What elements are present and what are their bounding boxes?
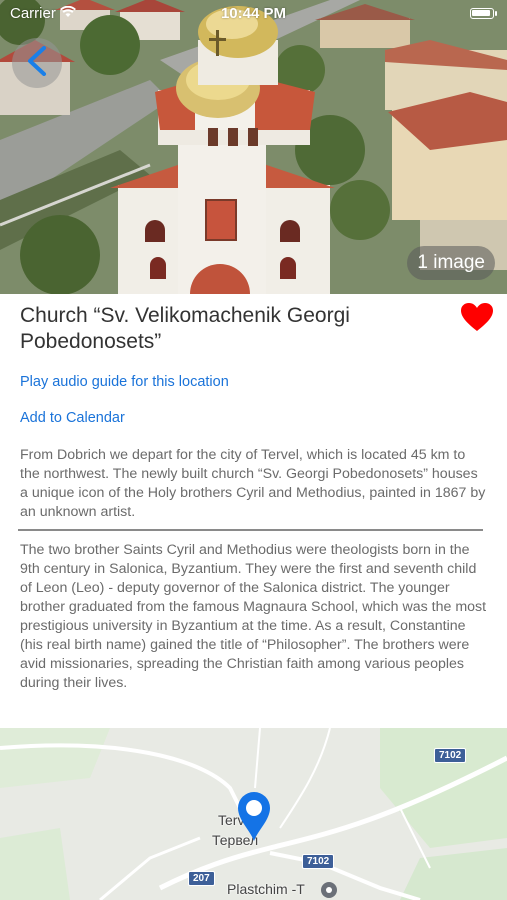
battery-icon	[470, 7, 497, 19]
description-body: The two brother Saints Cyril and Methodi…	[20, 542, 487, 691]
location-title: Church “Sv. Velikomachenik Georgi Pobedo…	[20, 304, 350, 353]
favorite-button[interactable]	[460, 302, 494, 334]
status-bar: Carrier 10:44 PM	[0, 0, 507, 26]
road-shield: 7102	[302, 854, 335, 869]
map-location-pin[interactable]	[236, 790, 272, 842]
road-shield: 207	[188, 871, 215, 886]
play-audio-guide-link[interactable]: Play audio guide for this location	[20, 374, 229, 390]
chevron-left-icon	[26, 45, 48, 81]
back-button[interactable]	[12, 38, 62, 88]
map-poi-label: Plastchim -T	[227, 881, 305, 897]
heart-icon	[460, 303, 494, 336]
image-count-badge[interactable]: 1 image	[407, 246, 495, 280]
map-pin-icon	[236, 792, 272, 846]
status-time: 10:44 PM	[220, 4, 287, 22]
road-shield: 7102	[434, 748, 467, 763]
description-intro: From Dobrich we depart for the city of T…	[20, 447, 486, 520]
add-to-calendar-link[interactable]: Add to Calendar	[20, 410, 125, 426]
section-divider	[18, 529, 483, 531]
